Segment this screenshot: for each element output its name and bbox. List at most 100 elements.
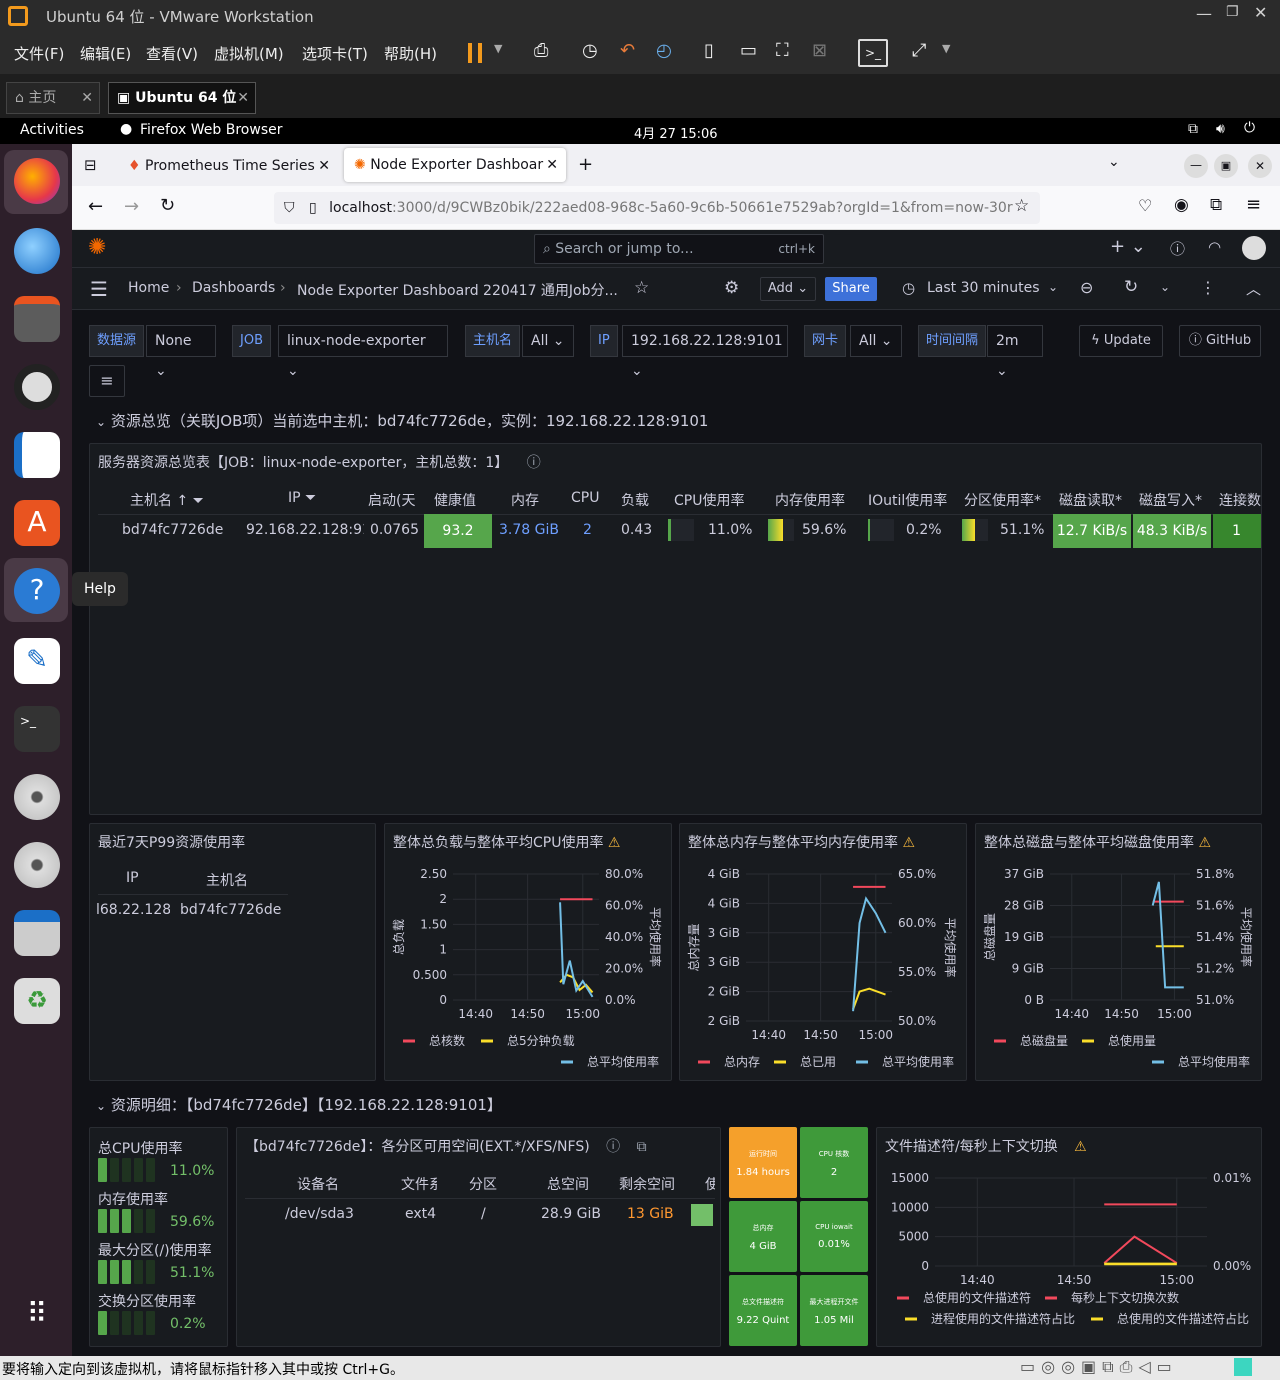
rhythmbox-icon[interactable]: [14, 364, 60, 410]
forward-icon[interactable]: →: [124, 196, 139, 217]
minimize-icon[interactable]: —: [1196, 4, 1212, 23]
hamburger-icon[interactable]: ☰: [90, 277, 108, 301]
network-icon[interactable]: ⧉: [1188, 121, 1198, 137]
tab-home[interactable]: ⌂ 主页 ✕: [6, 82, 100, 114]
chevron-down-icon[interactable]: ⌄: [1108, 154, 1120, 170]
info-icon[interactable]: ⓘ: [527, 455, 541, 471]
account-icon[interactable]: ◉: [1174, 195, 1189, 215]
chevron-down-icon[interactable]: ▼: [942, 42, 950, 55]
menu-vm[interactable]: 虚拟机(M): [214, 43, 284, 64]
menu-icon[interactable]: ≡: [1246, 194, 1261, 215]
col-part-pct[interactable]: 分区使用率*: [964, 490, 1041, 510]
update-button[interactable]: ϟ Update: [1079, 325, 1163, 357]
menu-help[interactable]: 帮助(H): [384, 43, 437, 64]
revert-snapshot-icon[interactable]: ↶: [620, 40, 635, 61]
close-icon[interactable]: ✕: [318, 150, 330, 182]
menu-edit[interactable]: 编辑(E): [80, 43, 131, 64]
stat-tile[interactable]: CPU 核数 2: [800, 1127, 868, 1198]
thumbnail-icon[interactable]: ▭: [740, 40, 757, 61]
col-disk-read[interactable]: 磁盘读取*: [1059, 490, 1122, 510]
show-apps-icon[interactable]: ⠿: [14, 1294, 60, 1340]
col-hostname[interactable]: 主机名: [206, 870, 248, 890]
var-select-nic[interactable]: All ⌄: [850, 325, 902, 357]
col-cpu-pct[interactable]: CPU使用率: [674, 490, 744, 510]
more-icon[interactable]: ⋮: [1200, 278, 1216, 297]
text-editor-icon[interactable]: ✎: [14, 638, 60, 684]
share-button[interactable]: Share: [825, 277, 877, 301]
mem-chart[interactable]: 2 GiB 2 GiB 3 GiB 3 GiB 4 GiB 4 GiB 50.0% 55.0%…: [680, 860, 968, 1080]
filter-icon[interactable]: ⏷: [305, 490, 316, 506]
new-plus-icon[interactable]: + ⌄: [1110, 236, 1146, 257]
col-mount[interactable]: 分区: [469, 1174, 497, 1194]
tab-grafana[interactable]: ✺ Node Exporter Dashboar ✕: [344, 148, 566, 182]
col-health[interactable]: 健康值: [434, 490, 476, 510]
col-mem-pct[interactable]: 内存使用率: [775, 490, 845, 510]
tab-list-icon[interactable]: ⊟: [84, 156, 97, 174]
grafana-logo-icon[interactable]: ✺: [88, 235, 106, 260]
col-conn[interactable]: 连接数: [1219, 490, 1261, 510]
zoom-out-icon[interactable]: ⊖: [1080, 278, 1093, 297]
warning-icon[interactable]: ⚠: [1198, 835, 1211, 851]
power-icon[interactable]: ⏻: [1244, 120, 1255, 136]
minimize-icon[interactable]: —: [1184, 154, 1208, 178]
stat-tile[interactable]: 运行时间 1.84 hours: [729, 1127, 797, 1198]
close-icon[interactable]: ✕: [1254, 3, 1267, 22]
volume-icon[interactable]: 🔊︎: [1216, 121, 1225, 137]
warning-icon[interactable]: ⚠: [608, 835, 621, 851]
menu-file[interactable]: 文件(F): [14, 43, 64, 64]
var-select-hostname[interactable]: All ⌄: [522, 325, 574, 357]
var-select-interval[interactable]: 2m ⌄: [987, 325, 1043, 379]
warning-icon[interactable]: ⚠: [902, 835, 915, 851]
close-icon[interactable]: ✕: [546, 148, 558, 182]
fullscreen-icon[interactable]: ⛶: [776, 40, 789, 61]
news-icon[interactable]: ◠: [1208, 238, 1221, 256]
refresh-icon[interactable]: ↻: [1124, 277, 1138, 297]
files-icon[interactable]: [14, 296, 60, 342]
floppy-icon[interactable]: [14, 910, 60, 956]
var-select-ip[interactable]: 192.168.22.128:9101 ⌄: [622, 325, 788, 379]
dvd-icon[interactable]: [14, 774, 60, 820]
extensions-icon[interactable]: ⧉: [1210, 195, 1222, 215]
row-header-overview[interactable]: ⌄ 资源总览（关联JOB项）当前选中主机：bd74fc7726de，实例：192…: [96, 410, 708, 431]
info-icon[interactable]: ⓘ: [606, 1139, 620, 1155]
col-device[interactable]: 设备名: [297, 1174, 339, 1194]
warning-icon[interactable]: ⚠: [1074, 1139, 1087, 1155]
shield-icon[interactable]: ⛉: [284, 200, 295, 216]
bookmark-star-icon[interactable]: ☆: [1014, 196, 1030, 216]
trash-icon[interactable]: ♻: [14, 978, 60, 1024]
col-disk-write[interactable]: 磁盘写入*: [1139, 490, 1202, 510]
sidebar-toggle-icon[interactable]: ▯: [704, 40, 714, 61]
chevron-up-icon[interactable]: ︿: [1246, 278, 1261, 299]
close-icon[interactable]: ✕: [81, 83, 93, 113]
snapshot-manager-icon[interactable]: ◴: [656, 40, 672, 61]
star-icon[interactable]: ☆: [634, 278, 649, 298]
col-mem[interactable]: 内存: [511, 490, 539, 510]
col-io-pct[interactable]: IOutil使用率: [868, 490, 947, 510]
tab-prometheus[interactable]: ♦ Prometheus Time Series ✕: [118, 150, 338, 182]
menu-tabs[interactable]: 选项卡(T): [302, 43, 368, 64]
col-used[interactable]: 使: [705, 1174, 715, 1194]
breadcrumb-home[interactable]: Home: [128, 280, 169, 296]
maximize-icon[interactable]: ❐: [1226, 4, 1239, 20]
load-cpu-chart[interactable]: 0 0.500 1 1.50 2 2.50 0.0% 20.0% 40.0% 60.0% 80.0%…: [385, 860, 673, 1080]
help-icon[interactable]: ?: [14, 568, 60, 614]
thunderbird-icon[interactable]: [14, 228, 60, 274]
app-menu[interactable]: Firefox Web Browser: [140, 122, 283, 138]
col-uptime[interactable]: 启动(天: [368, 490, 415, 510]
avatar[interactable]: [1242, 236, 1266, 260]
stat-tile[interactable]: 总文件描述符 9.22 Quint: [729, 1275, 797, 1346]
external-link-icon[interactable]: ⧉: [637, 1139, 647, 1155]
time-range-picker[interactable]: Last 30 minutes: [927, 280, 1040, 296]
stretch-icon[interactable]: ⤢: [912, 40, 926, 61]
fd-chart[interactable]: 0 5000 10000 15000 0.00% 0.01% 14:40 14:50 15:00…: [877, 1164, 1263, 1348]
pocket-icon[interactable]: ♡: [1138, 196, 1152, 215]
col-cpu[interactable]: CPU: [571, 490, 599, 506]
menu-view[interactable]: 查看(V): [146, 43, 198, 64]
reload-icon[interactable]: ↻: [160, 195, 175, 216]
stat-tile[interactable]: 最大进程开文件 1.05 Mil: [800, 1275, 868, 1346]
terminal-icon[interactable]: >_: [14, 706, 60, 752]
close-icon[interactable]: ✕: [1248, 154, 1272, 178]
device-icons[interactable]: ▭◎◎▣⧉⎙◁▭: [1020, 1357, 1178, 1377]
filter-icon[interactable]: ⏷: [193, 493, 204, 509]
firefox-icon[interactable]: [14, 158, 60, 204]
